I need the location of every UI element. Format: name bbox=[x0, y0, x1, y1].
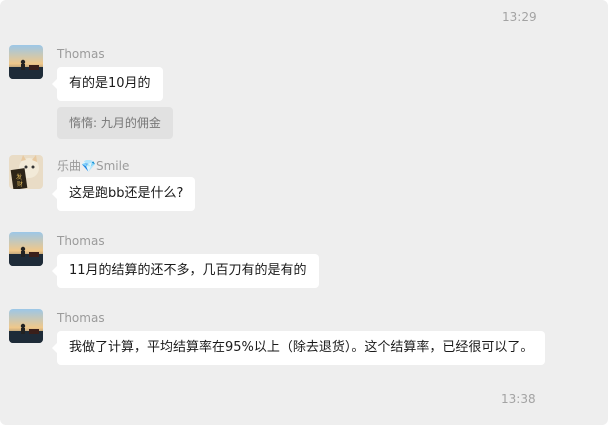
avatar-smile[interactable]: 发 财 bbox=[9, 155, 43, 189]
message-bubble[interactable]: 我做了计算，平均结算率在95%以上（除去退货）。这个结算率，已经很可以了。 bbox=[51, 331, 546, 365]
svg-text:财: 财 bbox=[17, 180, 23, 188]
message-bubble[interactable]: 有的是10月的 bbox=[52, 67, 163, 101]
sender-name: 乐曲💎Smile bbox=[57, 157, 129, 174]
avatar-thomas[interactable] bbox=[9, 309, 43, 343]
timestamp-bottom: 13:38 bbox=[501, 392, 536, 406]
avatar-thomas[interactable] bbox=[9, 232, 43, 266]
message-text: 我做了计算，平均结算率在95%以上（除去退货）。这个结算率，已经很可以了。 bbox=[69, 340, 534, 355]
chat-panel[interactable]: 13:29 Thomas 有的是10月的 惰惰: 九月的佣金 发 财 乐曲💎Sm… bbox=[0, 0, 608, 425]
avatar-thomas[interactable] bbox=[9, 45, 43, 79]
message-bubble[interactable]: 11月的结算的还不多，几百刀有的是有的 bbox=[52, 254, 319, 288]
diamond-icon: 💎 bbox=[81, 159, 96, 173]
svg-text:发: 发 bbox=[16, 173, 22, 181]
timestamp-top: 13:29 bbox=[502, 10, 537, 24]
message-bubble[interactable]: 这是跑bb还是什么? bbox=[51, 177, 196, 211]
sender-name-suffix: Smile bbox=[95, 159, 130, 173]
sender-name-prefix: 乐曲 bbox=[57, 159, 82, 173]
sender-name: Thomas bbox=[57, 234, 105, 248]
message-text: 这是跑bb还是什么? bbox=[69, 186, 184, 201]
message-text: 有的是10月的 bbox=[69, 76, 151, 91]
sender-name: Thomas bbox=[57, 47, 105, 61]
quoted-message[interactable]: 惰惰: 九月的佣金 bbox=[57, 107, 173, 139]
message-text: 11月的结算的还不多，几百刀有的是有的 bbox=[69, 263, 307, 278]
quoted-text: 惰惰: 九月的佣金 bbox=[69, 116, 161, 130]
sender-name: Thomas bbox=[57, 311, 105, 325]
